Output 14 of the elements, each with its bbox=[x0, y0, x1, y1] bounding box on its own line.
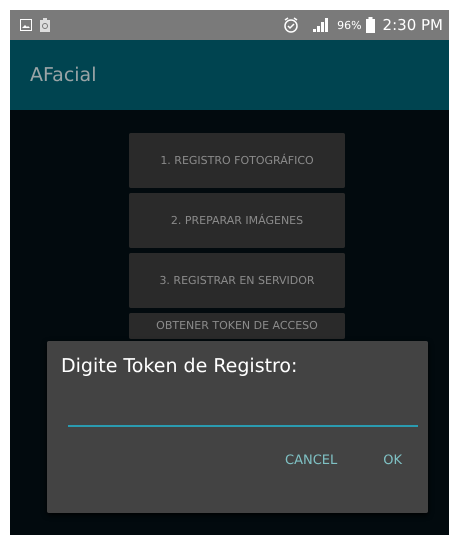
clock-time: 2:30 PM bbox=[382, 16, 443, 34]
menu-button[interactable]: 1. REGISTRO FOTOGRÁFICO bbox=[129, 133, 345, 188]
gallery-icon bbox=[20, 19, 32, 31]
dialog-action-button[interactable]: CANCEL bbox=[273, 445, 350, 476]
signal-icon bbox=[313, 18, 330, 32]
menu-button[interactable]: OBTENER TOKEN DE ACCESO bbox=[129, 313, 345, 339]
battery-icon bbox=[366, 17, 375, 33]
menu-button[interactable]: 3. REGISTRAR EN SERVIDOR bbox=[129, 253, 345, 308]
alarm-icon bbox=[283, 17, 300, 33]
battery-percent: 96% bbox=[337, 18, 362, 32]
dialog-action-button[interactable]: OK bbox=[371, 445, 414, 476]
app-title: AFacial bbox=[30, 64, 96, 86]
dialog-title: Digite Token de Registro: bbox=[61, 355, 298, 377]
menu-button[interactable]: 2. PREPARAR IMÁGENES bbox=[129, 193, 345, 248]
